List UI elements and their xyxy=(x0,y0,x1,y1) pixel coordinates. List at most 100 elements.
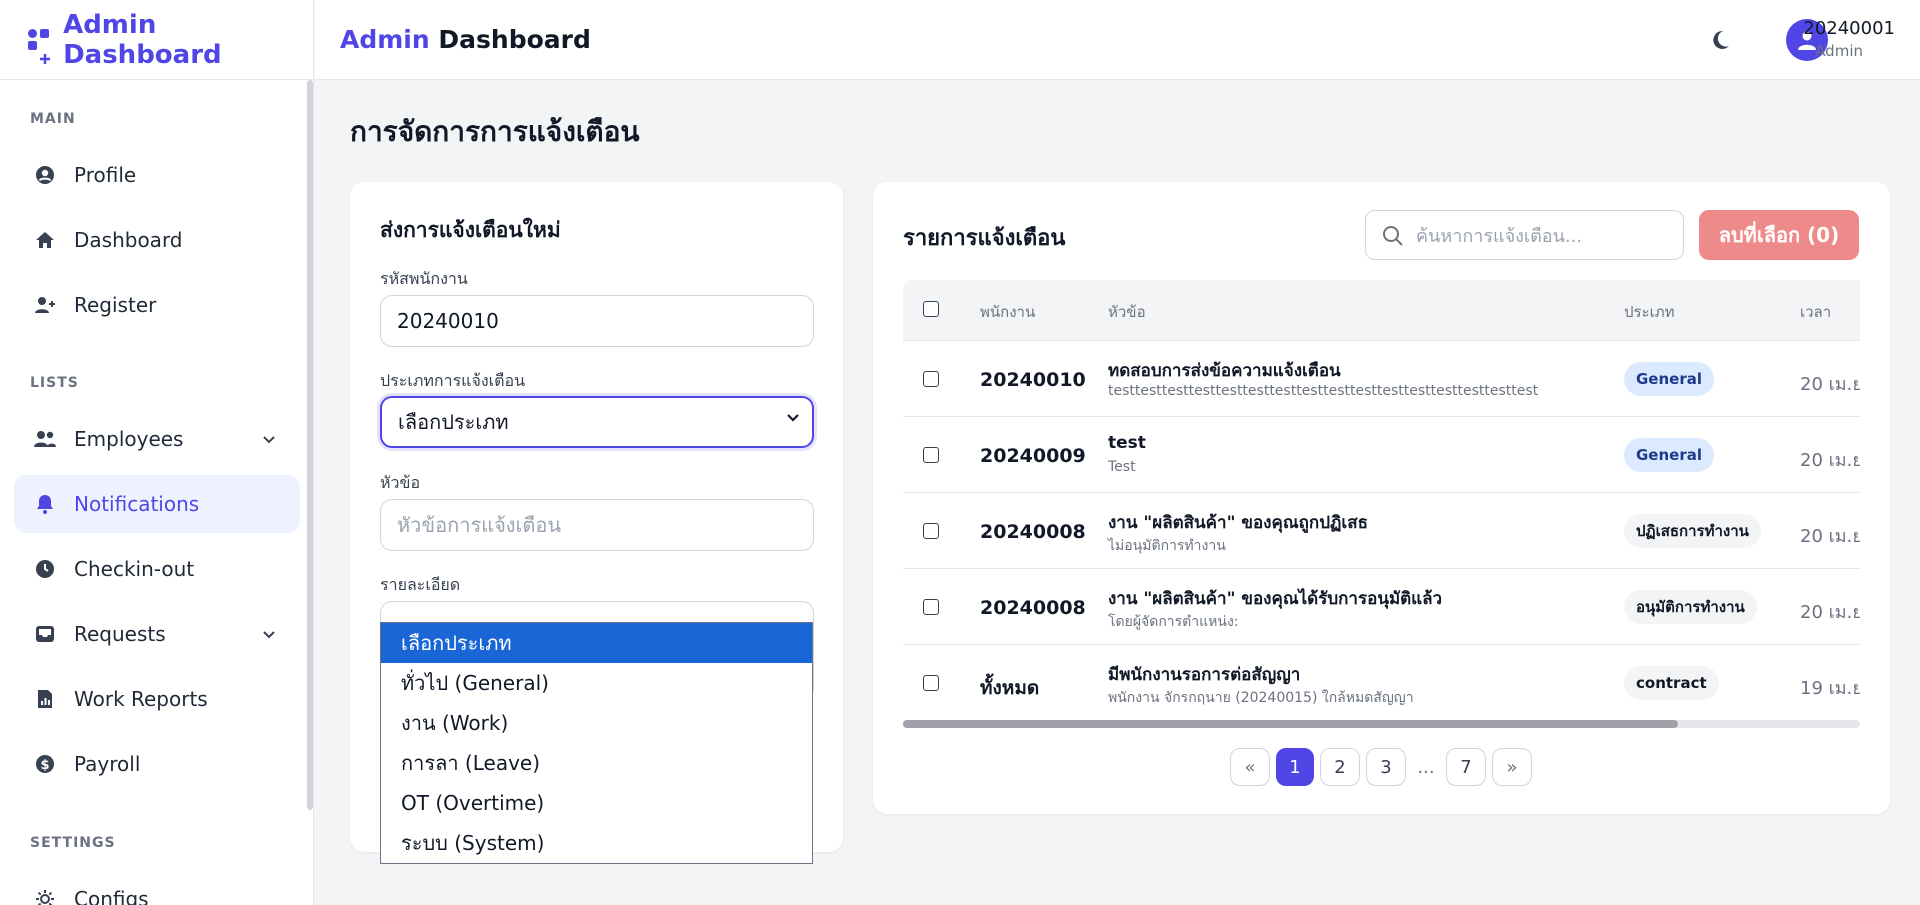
users-icon xyxy=(34,428,56,450)
row-subtitle: พนักงาน จักรกฤนาย (20240015) ใกล้หมดสัญญ… xyxy=(1108,690,1414,706)
row-checkbox[interactable] xyxy=(923,523,939,539)
delete-selected-button[interactable]: ลบที่เลือก (0) xyxy=(1699,210,1859,260)
user-plus-icon xyxy=(34,294,56,316)
header-title-rest: Dashboard xyxy=(438,25,591,54)
pagination-page-last[interactable]: 7 xyxy=(1446,748,1486,786)
sidebar-item-label: Configs xyxy=(74,887,149,905)
brand[interactable]: Admin Dashboard xyxy=(0,0,313,80)
sidebar: Admin Dashboard MAIN Profile Dashboard R… xyxy=(0,0,314,905)
pagination-page-1[interactable]: 1 xyxy=(1276,748,1314,786)
row-time: 20 เม.ย. xyxy=(1800,602,1860,623)
search-icon xyxy=(1382,225,1404,252)
table-row[interactable]: 20240008 งาน "ผลิตสินค้า" ของคุณได้รับกา… xyxy=(903,568,1860,644)
bell-icon xyxy=(34,493,56,515)
table-header: พนักงาน หัวข้อ ประเภท เวลา xyxy=(903,280,1860,340)
section-main-label: MAIN xyxy=(30,111,76,127)
table-horizontal-scrollbar[interactable] xyxy=(903,720,1860,728)
row-checkbox[interactable] xyxy=(923,371,939,387)
row-time: 19 เม.ย. xyxy=(1800,678,1860,699)
notification-table: พนักงาน หัวข้อ ประเภท เวลา 20240010 ทดสอ… xyxy=(903,280,1860,710)
table-row[interactable]: 20240009 test Test General 20 เม.ย. xyxy=(903,416,1860,492)
column-employee: พนักงาน xyxy=(980,303,1036,321)
option-general[interactable]: ทั่วไป (General) xyxy=(381,663,812,703)
row-checkbox[interactable] xyxy=(923,599,939,615)
table-row[interactable]: ทั้งหมด มีพนักงานรอการต่อสัญญา พนักงาน จ… xyxy=(903,644,1860,710)
sidebar-item-label: Requests xyxy=(74,622,166,646)
employee-id-value: 20240010 xyxy=(397,309,499,333)
dark-mode-moon-icon[interactable] xyxy=(1708,28,1732,52)
option-system[interactable]: ระบบ (System) xyxy=(381,823,812,863)
sidebar-item-profile[interactable]: Profile xyxy=(14,146,300,204)
report-icon xyxy=(34,688,56,710)
pagination-next-button[interactable]: » xyxy=(1492,748,1532,786)
sidebar-item-label: Payroll xyxy=(74,752,141,776)
page-title: การจัดการการแจ้งเตือน xyxy=(350,115,640,148)
sidebar-item-notifications[interactable]: Notifications xyxy=(14,475,300,533)
table-row[interactable]: 20240008 งาน "ผลิตสินค้า" ของคุณถูกปฏิเส… xyxy=(903,492,1860,568)
employee-id-input[interactable]: 20240010 xyxy=(380,295,814,347)
option-work[interactable]: งาน (Work) xyxy=(381,703,812,743)
option-select-type[interactable]: เลือกประเภท xyxy=(381,623,812,663)
row-subtitle: ไม่อนุมัติการทำงาน xyxy=(1108,538,1226,554)
row-checkbox[interactable] xyxy=(923,675,939,691)
user-id: 20240001 xyxy=(1803,18,1895,39)
sidebar-item-register[interactable]: Register xyxy=(14,276,300,334)
user-role: Admin xyxy=(1815,42,1863,60)
sidebar-item-label: Work Reports xyxy=(74,687,208,711)
inbox-icon xyxy=(34,623,56,645)
home-icon xyxy=(34,229,56,251)
notification-type-value: เลือกประเภท xyxy=(398,410,509,434)
row-subtitle: testtesttesttesttesttesttesttesttesttest… xyxy=(1108,383,1539,399)
user-circle-icon xyxy=(34,164,56,186)
sidebar-item-configs[interactable]: Configs xyxy=(14,870,300,905)
select-all-checkbox[interactable] xyxy=(923,301,939,317)
type-badge: ปฏิเสธการทำงาน xyxy=(1624,514,1761,548)
search-input[interactable]: ค้นหาการแจ้งเตือน... xyxy=(1365,210,1684,260)
pagination: « 1 2 3 ... 7 » xyxy=(1230,748,1538,786)
notification-list-card: รายการแจ้งเตือน ค้นหาการแจ้งเตือน... ลบท… xyxy=(873,182,1890,814)
sidebar-item-payroll[interactable]: $ Payroll xyxy=(14,735,300,793)
search-placeholder: ค้นหาการแจ้งเตือน... xyxy=(1416,225,1583,247)
option-overtime[interactable]: OT (Overtime) xyxy=(381,783,812,823)
clock-icon xyxy=(34,558,56,580)
table-row[interactable]: 20240010 ทดสอบการส่งข้อความแจ้งเตือน tes… xyxy=(903,340,1860,416)
sidebar-item-checkin-out[interactable]: Checkin-out xyxy=(14,540,300,598)
pagination-ellipsis: ... xyxy=(1412,748,1440,786)
dollar-icon: $ xyxy=(34,753,56,775)
sidebar-item-employees[interactable]: Employees xyxy=(14,410,300,468)
type-badge: General xyxy=(1624,438,1714,472)
pagination-prev-button[interactable]: « xyxy=(1230,748,1270,786)
row-time: 20 เม.ย. xyxy=(1800,450,1860,471)
pagination-page-2[interactable]: 2 xyxy=(1320,748,1360,786)
subject-label: หัวข้อ xyxy=(380,473,421,492)
notification-type-options: เลือกประเภท ทั่วไป (General) งาน (Work) … xyxy=(380,622,813,864)
employee-id-label: รหัสพนักงาน xyxy=(380,269,468,288)
row-employee: 20240009 xyxy=(980,445,1086,467)
subject-placeholder: หัวข้อการแจ้งเตือน xyxy=(397,513,562,537)
notification-type-select[interactable]: เลือกประเภท xyxy=(380,396,814,448)
sidebar-item-label: Checkin-out xyxy=(74,557,195,581)
row-employee: 20240008 xyxy=(980,597,1086,619)
row-employee: 20240010 xyxy=(980,369,1086,391)
scrollbar-thumb[interactable] xyxy=(903,720,1679,728)
section-lists-label: LISTS xyxy=(30,375,79,391)
row-employee: ทั้งหมด xyxy=(980,677,1040,699)
sidebar-item-work-reports[interactable]: Work Reports xyxy=(14,670,300,728)
row-time: 20 เม.ย. xyxy=(1800,526,1860,547)
row-title: มีพนักงานรอการต่อสัญญา xyxy=(1108,665,1301,685)
row-checkbox[interactable] xyxy=(923,447,939,463)
sidebar-item-requests[interactable]: Requests xyxy=(14,605,300,663)
svg-text:$: $ xyxy=(40,758,49,773)
row-subtitle: โดยผู้จัดการตำแหน่ง: xyxy=(1108,614,1239,630)
option-leave[interactable]: การลา (Leave) xyxy=(381,743,812,783)
header-title: Admin Dashboard xyxy=(340,25,591,54)
brand-name: Admin Dashboard xyxy=(63,9,222,70)
pagination-page-3[interactable]: 3 xyxy=(1366,748,1406,786)
type-badge: General xyxy=(1624,362,1714,396)
sidebar-item-dashboard[interactable]: Dashboard xyxy=(14,211,300,269)
column-type: ประเภท xyxy=(1624,303,1675,321)
row-title: ทดสอบการส่งข้อความแจ้งเตือน xyxy=(1108,361,1341,381)
chevron-down-icon xyxy=(262,430,276,449)
subject-input[interactable]: หัวข้อการแจ้งเตือน xyxy=(380,499,814,551)
sidebar-item-label: Notifications xyxy=(74,492,200,516)
